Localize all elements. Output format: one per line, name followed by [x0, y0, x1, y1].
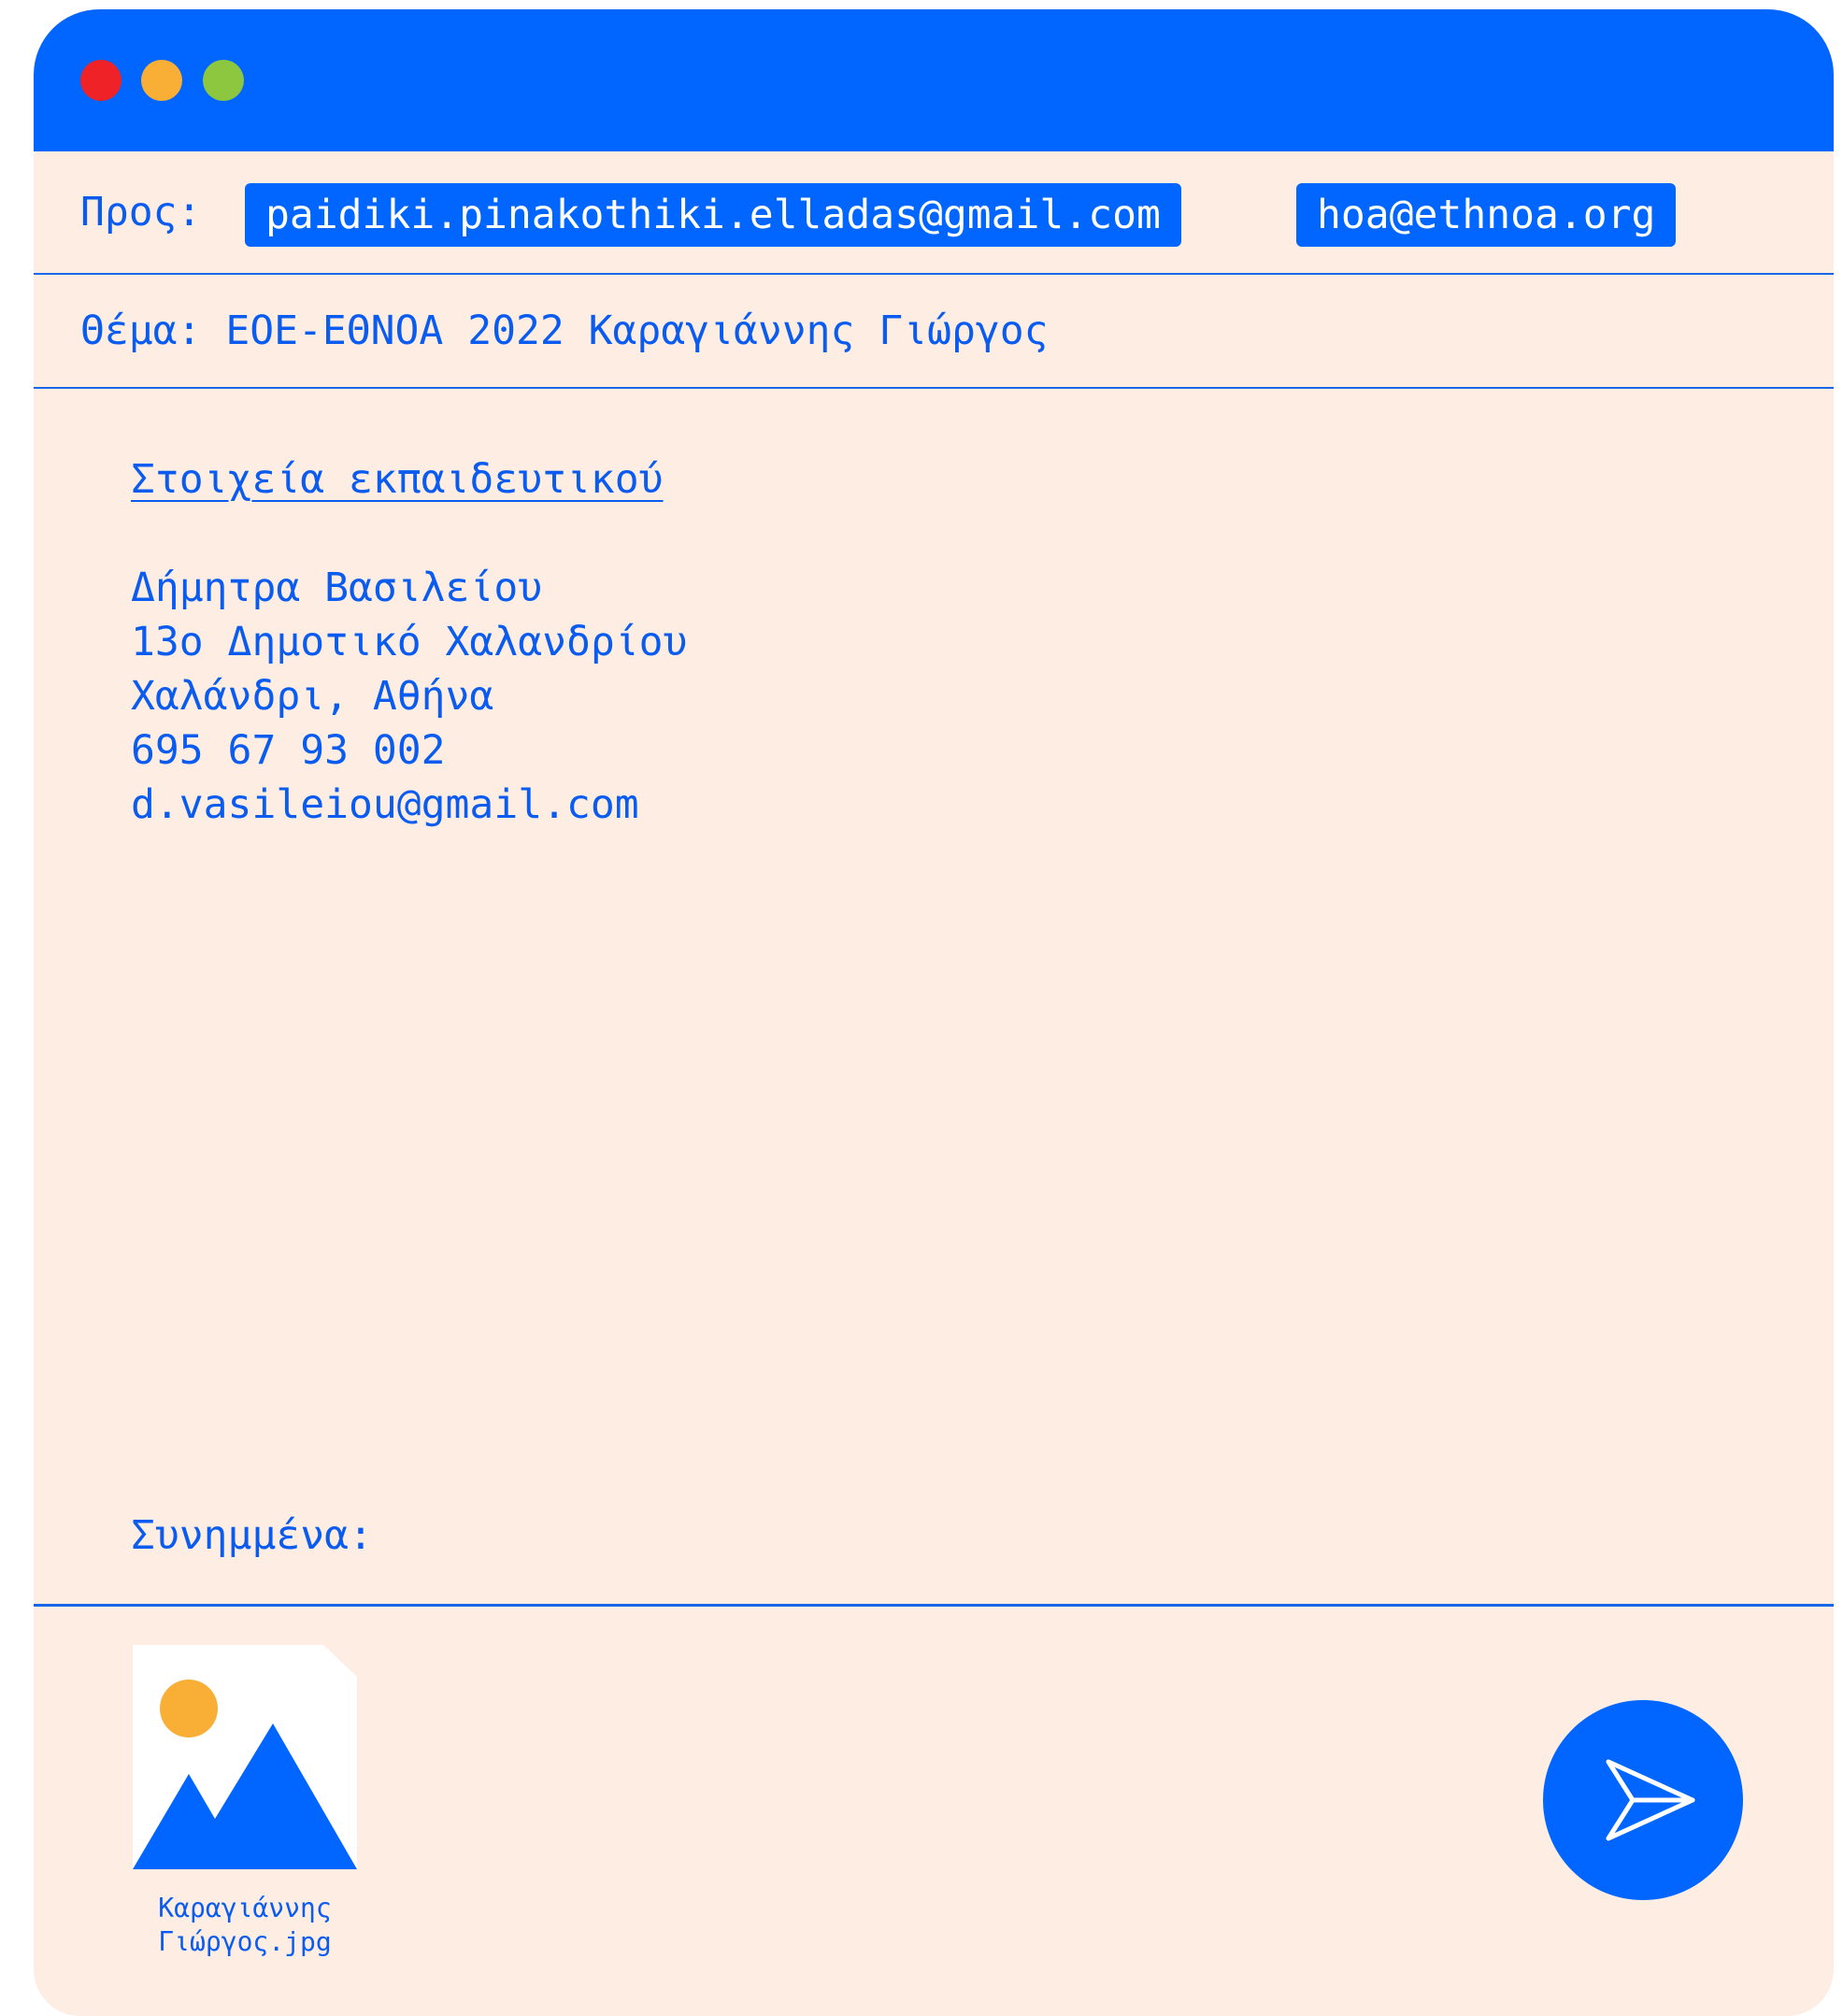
to-label: Προς:: [80, 189, 202, 236]
attachment-file-name-line2: Γιώργος.jpg: [158, 1926, 332, 1957]
image-file-icon[interactable]: [133, 1645, 357, 1869]
teacher-name: Δήμητρα Βασιλείου: [131, 565, 543, 611]
to-field-row[interactable]: Προς: paidiki.pinakothiki.elladas@gmail.…: [34, 151, 1834, 275]
attachments-label: Συνημμένα:: [131, 1512, 373, 1559]
send-button[interactable]: [1543, 1700, 1743, 1900]
attachment-file-name[interactable]: Καραγιάννης Γιώργος.jpg: [133, 1892, 357, 1959]
attachments-divider: [34, 1604, 1834, 1607]
minimize-window-button[interactable]: [141, 60, 182, 101]
subject-text[interactable]: Θέμα: ΕΟΕ-ΕΘΝΟΑ 2022 Καραγιάννης Γιώργος: [80, 275, 1049, 387]
close-window-button[interactable]: [80, 60, 121, 101]
send-icon: [1606, 1759, 1695, 1841]
title-bar: [34, 9, 1834, 151]
maximize-window-button[interactable]: [203, 60, 244, 101]
email-compose-window: Προς: paidiki.pinakothiki.elladas@gmail.…: [34, 9, 1834, 2016]
teacher-school: 13ο Δημοτικό Χαλανδρίου: [131, 619, 688, 665]
section-title-teacher-details[interactable]: Στοιχεία εκπαιδευτικού: [131, 456, 664, 503]
message-body[interactable]: Δήμητρα Βασιλείου 13ο Δημοτικό Χαλανδρίο…: [131, 561, 687, 832]
recipient-chip[interactable]: hoa@ethnoa.org: [1296, 183, 1677, 247]
teacher-phone: 695 67 93 002: [131, 727, 446, 774]
teacher-location: Χαλάνδρι, Αθήνα: [131, 673, 494, 720]
teacher-email: d.vasileiou@gmail.com: [131, 781, 639, 828]
subject-field-row[interactable]: Θέμα: ΕΟΕ-ΕΘΝΟΑ 2022 Καραγιάννης Γιώργος: [34, 275, 1834, 389]
recipient-chip[interactable]: paidiki.pinakothiki.elladas@gmail.com: [245, 183, 1181, 247]
attachment-file-name-line1: Καραγιάννης: [158, 1893, 332, 1923]
